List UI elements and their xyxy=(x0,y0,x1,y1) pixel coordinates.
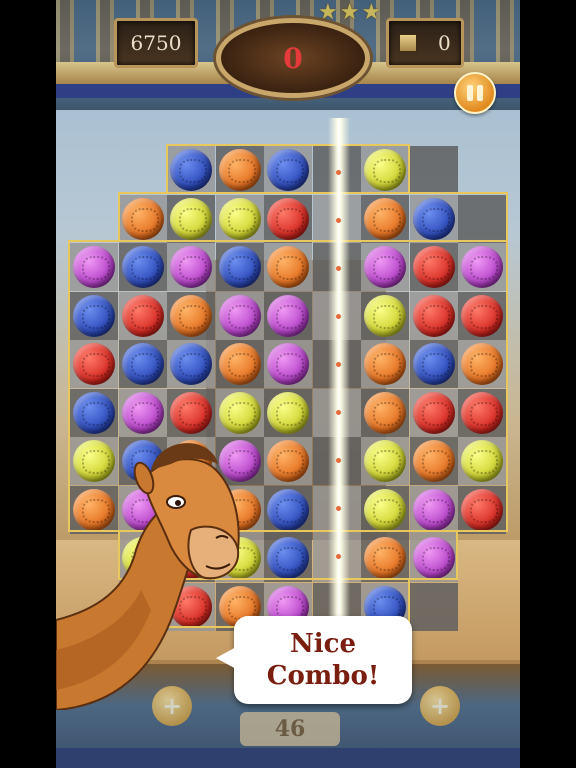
beam-spark xyxy=(336,266,341,271)
red-gem[interactable] xyxy=(73,343,115,385)
orange-gem[interactable] xyxy=(412,440,455,482)
beam-spark xyxy=(336,218,341,223)
orange-gem[interactable] xyxy=(364,343,406,385)
blue-gem[interactable] xyxy=(121,343,164,385)
purple-gem[interactable] xyxy=(267,343,309,385)
blue-gem[interactable] xyxy=(170,149,212,191)
red-gem[interactable] xyxy=(461,391,503,434)
yellow-gem[interactable] xyxy=(170,197,212,240)
beam-spark xyxy=(336,410,341,415)
yellow-gem[interactable] xyxy=(461,440,503,482)
light-beam-effect xyxy=(328,118,350,628)
purple-gem[interactable] xyxy=(412,488,455,531)
orange-gem[interactable] xyxy=(121,197,164,240)
board-cell[interactable] xyxy=(409,146,458,194)
board-cell[interactable] xyxy=(458,194,506,243)
purple-gem[interactable] xyxy=(170,246,212,288)
blue-gem[interactable] xyxy=(267,149,309,191)
board-cell[interactable] xyxy=(409,582,458,631)
red-gem[interactable] xyxy=(412,391,455,434)
beam-spark xyxy=(336,314,341,319)
beam-spark xyxy=(336,170,341,175)
purple-gem[interactable] xyxy=(267,294,309,337)
orange-gem[interactable] xyxy=(364,197,406,240)
yellow-gem[interactable] xyxy=(218,391,261,434)
camel-pupil xyxy=(175,500,181,506)
yellow-gem[interactable] xyxy=(364,149,406,191)
orange-gem[interactable] xyxy=(218,149,261,191)
purple-gem[interactable] xyxy=(121,391,164,434)
game-screen: ★ ★ ★ 6750 0 0 + + 46 Nice Combo! xyxy=(56,0,520,768)
beam-spark xyxy=(336,362,341,367)
blue-gem[interactable] xyxy=(412,343,455,385)
red-gem[interactable] xyxy=(461,294,503,337)
bottom-strip xyxy=(56,748,520,768)
yellow-gem[interactable] xyxy=(218,197,261,240)
orange-gem[interactable] xyxy=(461,343,503,385)
red-gem[interactable] xyxy=(412,246,455,288)
blue-gem[interactable] xyxy=(73,294,115,337)
bottom-counter: 46 xyxy=(240,712,340,746)
letterbox-left xyxy=(0,0,56,768)
purple-gem[interactable] xyxy=(218,294,261,337)
boost-button[interactable]: + xyxy=(420,686,460,726)
orange-gem[interactable] xyxy=(364,391,406,434)
red-gem[interactable] xyxy=(461,488,503,531)
red-gem[interactable] xyxy=(267,197,309,240)
red-gem[interactable] xyxy=(170,391,212,434)
blue-gem[interactable] xyxy=(73,391,115,434)
speech-line-2: Combo! xyxy=(266,661,380,691)
orange-gem[interactable] xyxy=(218,343,261,385)
blue-gem[interactable] xyxy=(412,197,455,240)
blue-gem[interactable] xyxy=(170,343,212,385)
purple-gem[interactable] xyxy=(364,246,406,288)
speech-bubble: Nice Combo! xyxy=(216,616,412,704)
purple-gem[interactable] xyxy=(412,537,455,579)
orange-gem[interactable] xyxy=(267,246,309,288)
red-gem[interactable] xyxy=(412,294,455,337)
speech-line-1: Nice xyxy=(289,629,356,659)
letterbox-right xyxy=(520,0,576,768)
purple-gem[interactable] xyxy=(461,246,503,288)
plus-icon: + xyxy=(429,692,451,720)
yellow-gem[interactable] xyxy=(364,488,406,531)
beam-spark xyxy=(336,554,341,559)
yellow-gem[interactable] xyxy=(364,294,406,337)
speech-tail xyxy=(216,646,238,670)
beam-spark xyxy=(336,458,341,463)
blue-gem[interactable] xyxy=(218,246,261,288)
blue-gem[interactable] xyxy=(121,246,164,288)
red-gem[interactable] xyxy=(121,294,164,337)
yellow-gem[interactable] xyxy=(364,440,406,482)
orange-gem[interactable] xyxy=(364,537,406,579)
orange-gem[interactable] xyxy=(170,294,212,337)
yellow-gem[interactable] xyxy=(267,391,309,434)
beam-spark xyxy=(336,506,341,511)
purple-gem[interactable] xyxy=(73,246,115,288)
